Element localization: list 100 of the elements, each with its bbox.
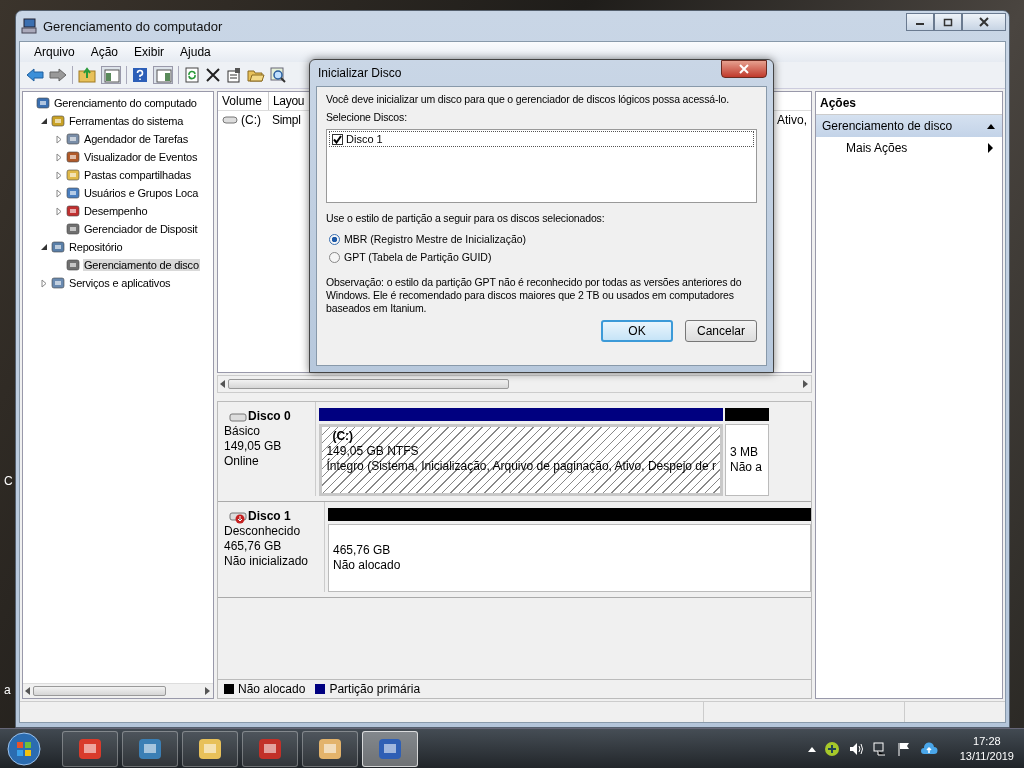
partition-label: (C:)	[332, 429, 355, 444]
submenu-arrow-icon	[988, 143, 994, 153]
tree-item[interactable]: Repositório	[68, 241, 124, 253]
window-title: Gerenciamento do computador	[43, 18, 223, 34]
tree-item[interactable]: Usuários e Grupos Loca	[83, 187, 200, 199]
taskbar-button[interactable]	[302, 730, 358, 767]
taskbar-button[interactable]	[182, 730, 238, 767]
expanded-arrow-icon[interactable]	[40, 117, 48, 125]
delete-icon[interactable]	[205, 67, 221, 83]
tree-item[interactable]: Gerenciamento de disco	[83, 259, 200, 271]
disk-size: 149,05 GB	[224, 439, 283, 454]
collapsed-arrow-icon[interactable]	[55, 188, 63, 198]
properties-icon[interactable]	[226, 67, 242, 83]
cloud-upload-icon[interactable]	[919, 740, 938, 757]
collapsed-arrow-icon[interactable]	[40, 278, 48, 288]
radio-button[interactable]	[329, 233, 340, 245]
back-arrow-icon[interactable]	[26, 67, 44, 83]
radio-label[interactable]: MBR (Registro Mestre de Inicialização)	[344, 233, 527, 245]
field-label: Selecione Discos:	[326, 111, 408, 124]
disk-name: Disco 1	[248, 509, 291, 524]
column-header[interactable]: Volume	[218, 92, 269, 110]
close-icon	[979, 17, 989, 27]
scroll-left-icon[interactable]	[220, 380, 226, 388]
scroll-right-icon[interactable]	[205, 687, 211, 695]
flag-icon[interactable]	[895, 740, 912, 757]
clock-time[interactable]: 17:28	[973, 733, 1001, 749]
legend-label: Partição primária	[329, 682, 421, 696]
partition-block[interactable]: (C:) 149,05 GB NTFS Íntegro (Sistema, Inicialização, Arquivo de paginação, Ativo, Despejo de r	[319, 424, 723, 496]
open-folder-icon[interactable]	[247, 67, 265, 83]
clock-date[interactable]: 13/11/2019	[959, 748, 1014, 764]
folder-up-icon[interactable]	[78, 67, 96, 83]
tree-item[interactable]: Visualizador de Eventos	[83, 151, 199, 163]
partition-block[interactable]: 465,76 GB Não alocado	[328, 524, 811, 592]
field-label: Use o estilo de partição a seguir para os discos selecionados:	[326, 212, 606, 225]
disk-name: Disco 0	[248, 409, 291, 424]
partition-size: 3 MB	[730, 445, 759, 460]
disk-status: Não inicializado	[224, 554, 310, 569]
console-tree-icon[interactable]	[101, 66, 121, 84]
action-item[interactable]: Mais Ações	[816, 137, 1002, 159]
radio-label[interactable]: GPT (Tabela de Partição GUID)	[344, 251, 492, 263]
ok-button[interactable]: OK	[601, 320, 673, 342]
legend-label: Não alocado	[238, 682, 306, 696]
partition-block[interactable]: 3 MB Não a	[725, 424, 769, 496]
taskbar-button[interactable]	[362, 730, 418, 767]
desktop-label: a	[4, 683, 11, 697]
tree-item[interactable]: Pastas compartilhadas	[83, 169, 193, 181]
collapsed-arrow-icon[interactable]	[55, 206, 63, 216]
scroll-left-icon[interactable]	[25, 687, 31, 695]
collapsed-arrow-icon[interactable]	[55, 152, 63, 162]
forward-arrow-icon[interactable]	[49, 67, 67, 83]
plus-icon[interactable]	[823, 740, 840, 757]
cancel-button[interactable]: Cancelar	[685, 320, 757, 342]
maximize-icon	[943, 17, 953, 27]
taskbar-button[interactable]	[62, 730, 118, 767]
tree-item[interactable]: Desempenho	[83, 205, 149, 217]
taskbar-button[interactable]	[122, 730, 178, 767]
disk-error-icon	[229, 509, 247, 524]
dialog-message: Você deve inicializar um disco para que o gerenciador de discos lógicos possa acessá-lo.	[326, 93, 730, 106]
collapsed-arrow-icon[interactable]	[55, 134, 63, 144]
close-button[interactable]	[962, 13, 1006, 31]
expanded-arrow-icon[interactable]	[40, 243, 48, 251]
list-item[interactable]: Disco 1	[329, 131, 754, 147]
taskbar-button[interactable]	[242, 730, 298, 767]
partition-status: Não a	[730, 460, 764, 475]
tree-item[interactable]: Gerenciador de Disposit	[83, 223, 199, 235]
column-header[interactable]: Layou	[269, 92, 305, 110]
start-button[interactable]	[6, 730, 42, 767]
menu-item[interactable]: Ação	[82, 45, 127, 59]
collapse-arrow-icon[interactable]	[986, 122, 996, 130]
collapsed-arrow-icon[interactable]	[55, 170, 63, 180]
network-icon[interactable]	[871, 740, 888, 757]
refresh-icon[interactable]	[184, 67, 200, 83]
tree-item[interactable]: Ferramentas do sistema	[68, 115, 185, 127]
action-pane-icon[interactable]	[153, 66, 173, 84]
horizontal-scrollbar[interactable]	[217, 375, 812, 393]
maximize-button[interactable]	[934, 13, 962, 31]
menu-item[interactable]: Ajuda	[172, 45, 219, 59]
horizontal-scrollbar[interactable]	[23, 683, 213, 698]
magnifier-icon[interactable]	[270, 67, 286, 83]
table-cell-text: Simpl	[271, 113, 302, 127]
tree-item[interactable]: Gerenciamento do computado	[53, 97, 198, 109]
close-button[interactable]	[721, 60, 767, 78]
tree-item[interactable]: Agendador de Tarefas	[83, 133, 190, 145]
disk-status: Online	[224, 454, 260, 469]
scroll-right-icon[interactable]	[803, 380, 809, 388]
radio-button[interactable]	[329, 251, 340, 263]
action-section-header[interactable]: Gerenciamento de disco	[816, 115, 1002, 137]
show-hidden-icons-icon[interactable]	[807, 745, 816, 752]
tree-item[interactable]: Serviços e aplicativos	[68, 277, 172, 289]
drive-icon	[222, 115, 238, 125]
disk-drive-icon	[229, 410, 247, 423]
table-cell-text: Ativo,	[776, 113, 808, 127]
minimize-button[interactable]	[906, 13, 934, 31]
table-cell: (C:)	[241, 113, 261, 127]
disk-type: Básico	[224, 424, 262, 439]
menu-item[interactable]: Arquivo	[26, 45, 83, 59]
desktop-label: C	[4, 474, 13, 488]
menu-item[interactable]: Exibir	[126, 45, 173, 59]
checkbox[interactable]	[332, 133, 343, 145]
help-icon[interactable]	[132, 67, 148, 83]
